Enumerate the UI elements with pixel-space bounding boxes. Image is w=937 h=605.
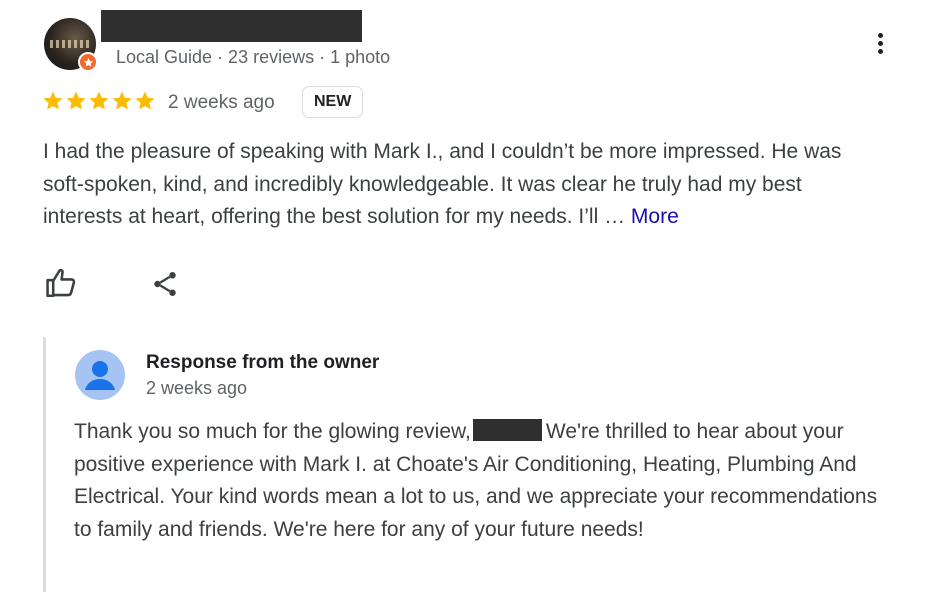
- share-icon[interactable]: [150, 268, 180, 300]
- redacted-name: [472, 419, 542, 441]
- star-icon: [66, 91, 86, 110]
- review-time: 2 weeks ago: [168, 92, 275, 113]
- owner-response-title: Response from the owner: [146, 352, 380, 373]
- star-rating: [42, 90, 156, 112]
- owner-response-time: 2 weeks ago: [146, 378, 248, 398]
- local-guide-star-icon: [83, 57, 93, 67]
- star-icon: [89, 91, 109, 110]
- more-link[interactable]: More: [631, 205, 679, 228]
- new-badge: NEW: [302, 86, 364, 118]
- reviewer-meta[interactable]: Local Guide · 23 reviews · 1 photo: [116, 47, 390, 68]
- star-icon: [135, 91, 155, 110]
- more-vert-icon[interactable]: [868, 30, 892, 62]
- avatar-photo-detail: [50, 40, 90, 48]
- thumb-up-icon[interactable]: [44, 266, 78, 300]
- owner-response: Response from the owner 2 weeks ago Than…: [43, 337, 906, 592]
- owner-response-text: Thank you so much for the glowing review…: [74, 416, 894, 546]
- reviewer-name-redacted[interactable]: [101, 10, 362, 42]
- review-text: I had the pleasure of speaking with Mark…: [43, 136, 873, 234]
- review-body: I had the pleasure of speaking with Mark…: [43, 140, 842, 228]
- star-icon: [112, 91, 132, 110]
- owner-text-start: Thank you so much for the glowing review…: [74, 420, 471, 443]
- owner-avatar-icon: [75, 350, 125, 400]
- local-guide-badge-icon: [78, 52, 98, 72]
- star-icon: [43, 91, 63, 110]
